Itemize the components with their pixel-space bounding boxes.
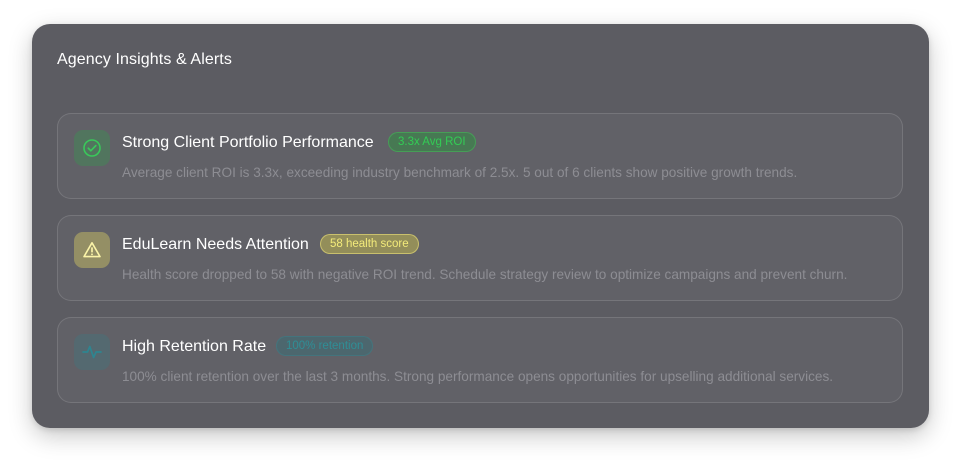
warning-triangle-icon: [74, 232, 110, 268]
panel-title: Agency Insights & Alerts: [57, 51, 232, 68]
alert-card-portfolio-performance[interactable]: Strong Client Portfolio Performance 3.3x…: [57, 113, 903, 199]
check-circle-icon: [74, 130, 110, 166]
alert-description: Health score dropped to 58 with negative…: [122, 267, 848, 282]
alert-card-retention-rate[interactable]: High Retention Rate 100% retention 100% …: [57, 317, 903, 403]
alert-badge: 3.3x Avg ROI: [388, 132, 476, 152]
alert-title: High Retention Rate: [122, 338, 267, 355]
alert-badge: 100% retention: [276, 336, 374, 356]
alert-description: 100% client retention over the last 3 mo…: [122, 369, 834, 384]
activity-pulse-icon: [74, 334, 110, 370]
alert-description: Average client ROI is 3.3x, exceeding in…: [122, 165, 798, 180]
alert-title: Strong Client Portfolio Performance: [122, 134, 374, 151]
insights-panel: Agency Insights & Alerts Strong Client P…: [32, 24, 929, 428]
alert-badge: 58 health score: [320, 234, 419, 254]
alert-card-edulearn-attention[interactable]: EduLearn Needs Attention 58 health score…: [57, 215, 903, 301]
alert-title: EduLearn Needs Attention: [122, 236, 309, 253]
